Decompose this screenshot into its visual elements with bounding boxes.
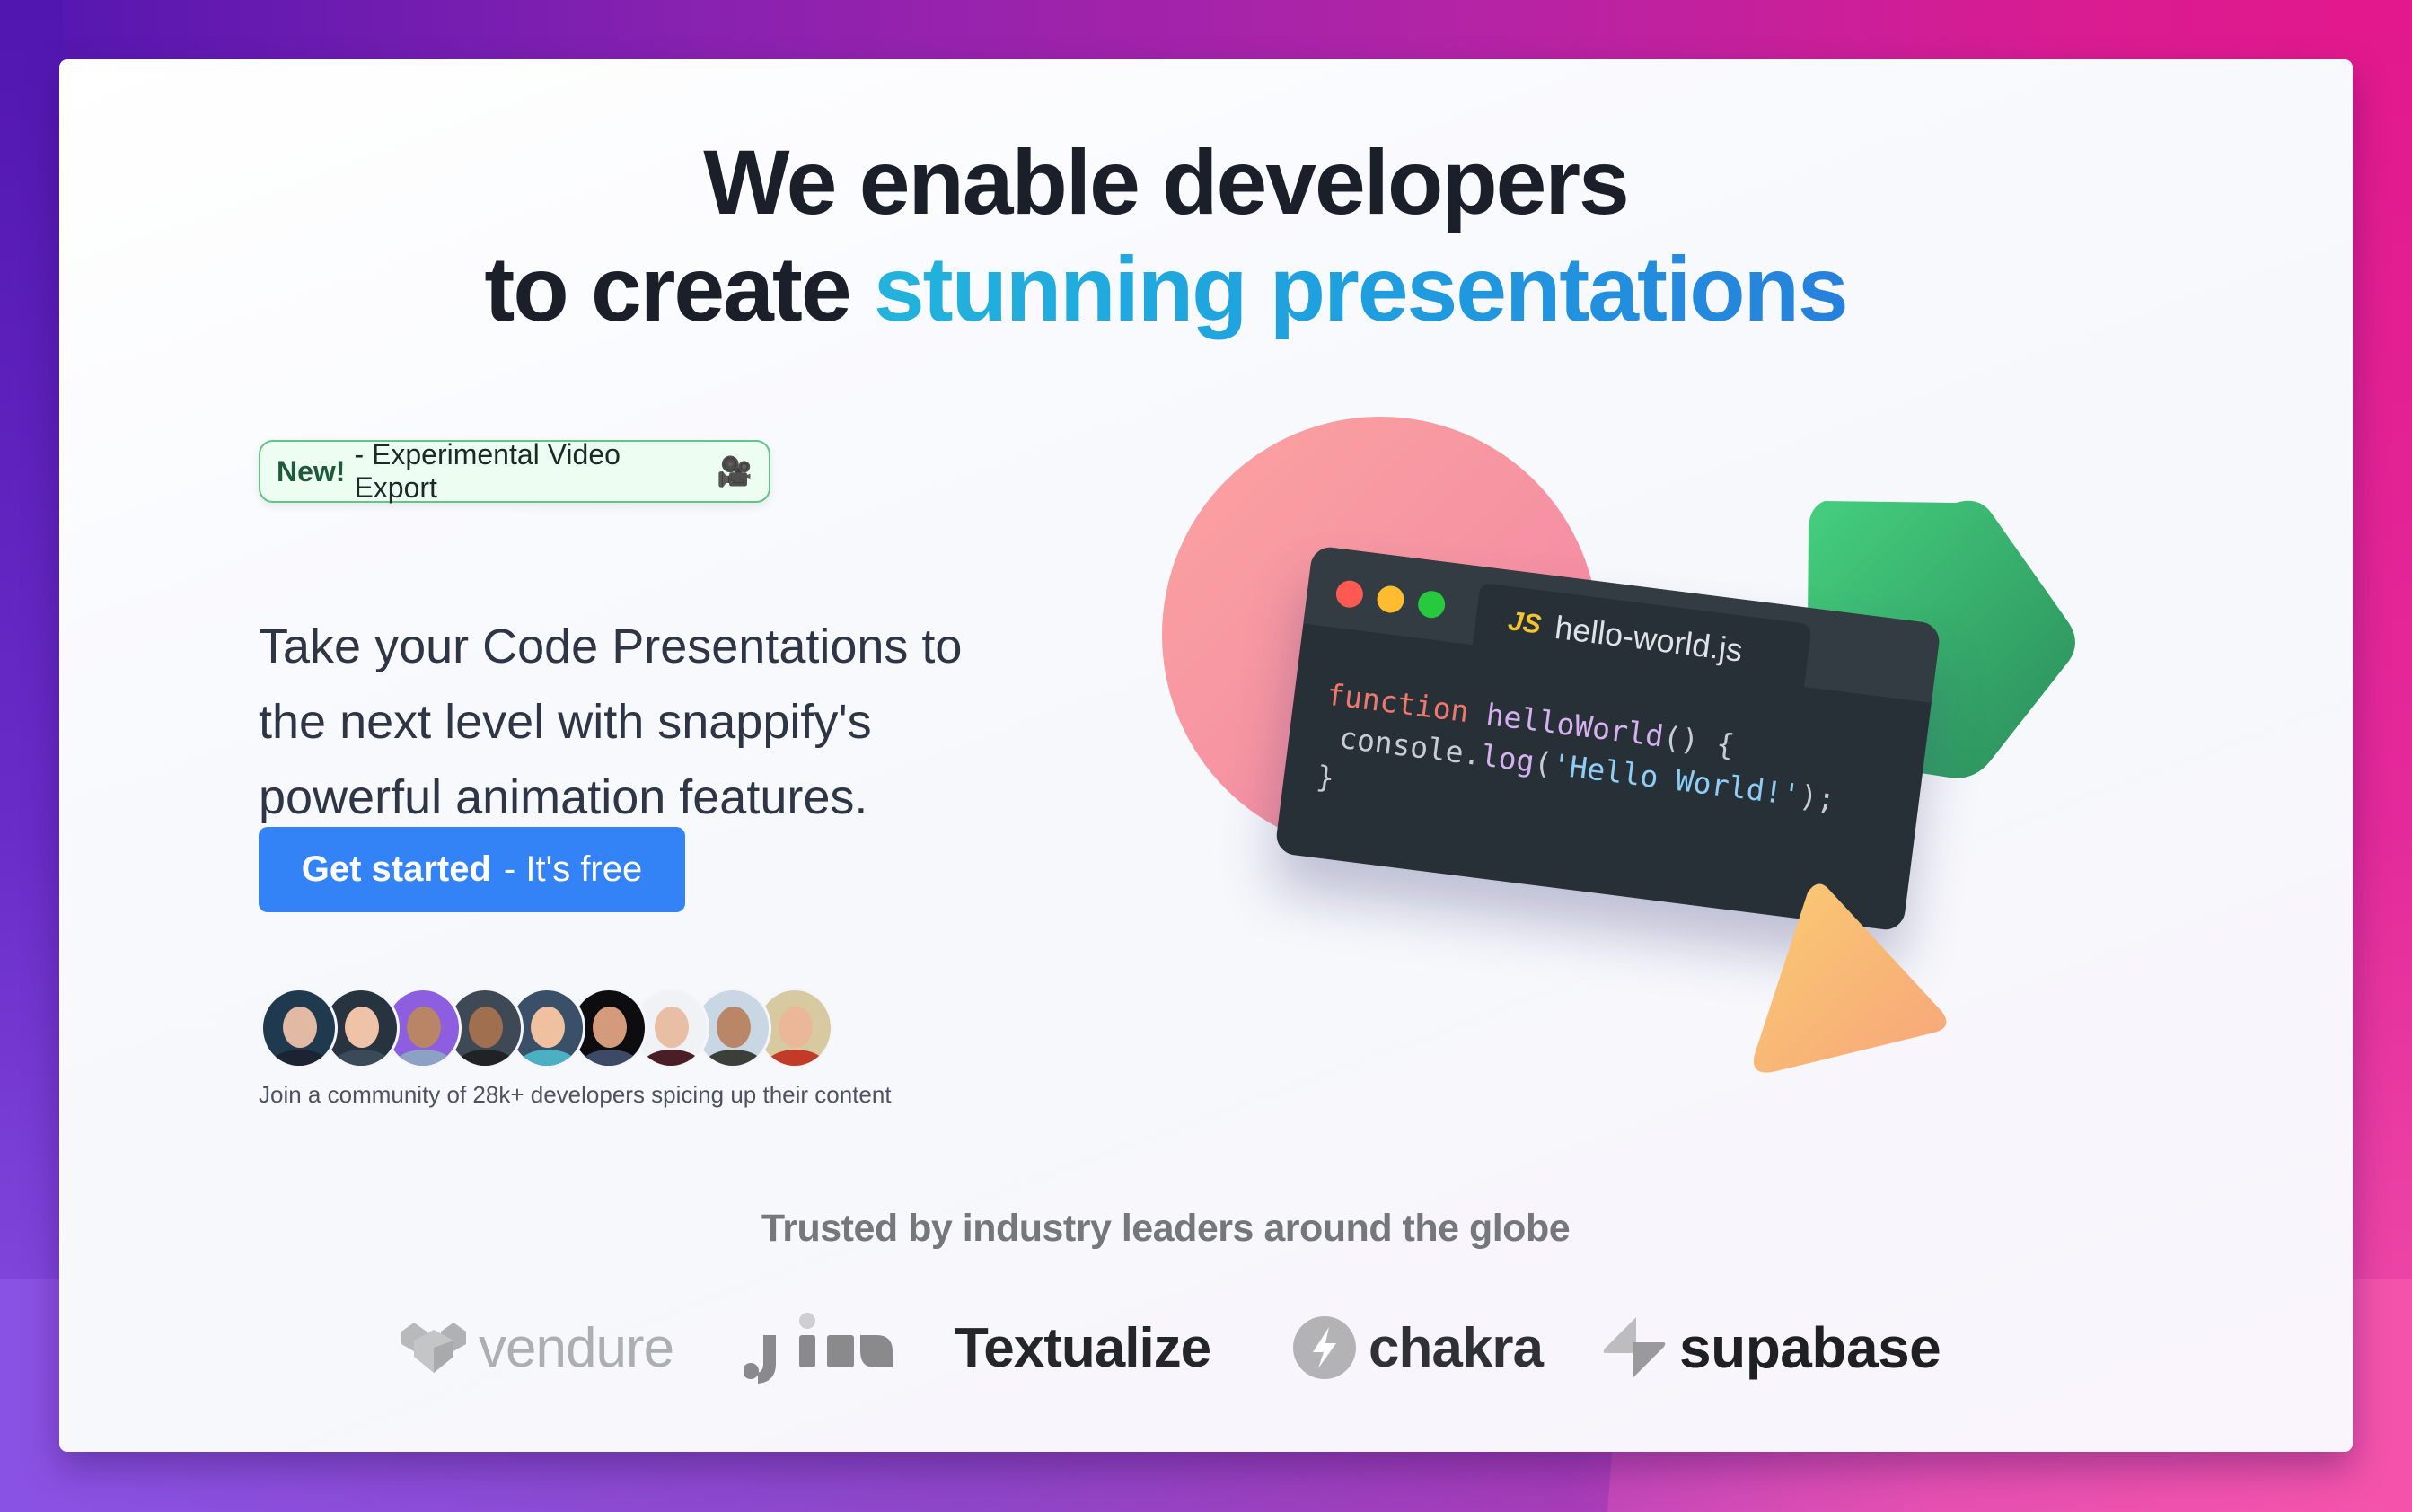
avatar-shoulders	[642, 1050, 701, 1066]
javascript-icon: JS	[1506, 606, 1544, 640]
headline-prefix: to create	[484, 238, 851, 340]
supabase-icon	[1603, 1317, 1666, 1378]
lead-paragraph: Take your Code Presentations to the next…	[259, 620, 963, 824]
textualize-wordmark: Textualize	[955, 1316, 1211, 1379]
logo-textualize: Textualize	[955, 1307, 1211, 1388]
headline-text: We enable developers	[703, 131, 1630, 233]
hero-card: We enable developers to create stunning …	[59, 59, 2353, 1452]
headline-accent: stunning presentations	[873, 238, 1849, 340]
file-name: hello-world.js	[1553, 608, 1745, 669]
new-feature-badge[interactable]: New! - Experimental Video Export 🎥	[259, 438, 770, 504]
vendure-wordmark: vendure	[479, 1316, 674, 1379]
code-token: }	[1314, 758, 1337, 796]
code-token: );	[1797, 778, 1838, 818]
avatar-face	[779, 1007, 813, 1048]
avatar-shoulders	[704, 1050, 763, 1066]
avatar-shoulders	[332, 1050, 392, 1066]
avatar-face	[407, 1007, 441, 1048]
avatar-face	[655, 1007, 689, 1048]
headline-line-2: to create stunning presentations	[59, 243, 2272, 335]
chakra-wordmark: chakra	[1369, 1316, 1544, 1379]
trusted-heading: Trusted by industry leaders around the g…	[761, 1207, 1571, 1250]
avatar-shoulders	[394, 1050, 453, 1066]
logo-jina	[744, 1307, 896, 1388]
headline-line-1: We enable developers	[59, 136, 2272, 228]
code-window-illustration: JS hello-world.js function helloWorld() …	[1274, 545, 1941, 932]
logo-chakra: chakra	[1293, 1307, 1544, 1388]
close-dot-icon	[1334, 578, 1365, 610]
movie-camera-icon: 🎥	[717, 455, 753, 488]
avatar-face	[469, 1007, 503, 1048]
avatar-shoulders	[456, 1050, 515, 1066]
community-caption: Join a community of 28k+ developers spic…	[259, 1081, 892, 1108]
avatar-shoulders	[270, 1050, 330, 1066]
logo-vendure: vendure	[401, 1307, 674, 1388]
code-block: function helloWorld() { console.log('Hel…	[1314, 674, 1843, 862]
customer-logos: vendure Textualize chakra supabase	[59, 1307, 2353, 1388]
logo-supabase: supabase	[1602, 1307, 1941, 1388]
minimize-dot-icon	[1375, 584, 1406, 615]
avatar	[260, 988, 338, 1068]
code-token: log	[1478, 737, 1536, 779]
cta-primary-label: Get started	[301, 849, 491, 889]
avatar-face	[283, 1007, 317, 1048]
avatar-face	[717, 1007, 751, 1048]
jina-icon	[744, 1313, 893, 1384]
file-tab: JS hello-world.js	[1471, 582, 1812, 694]
avatar-shoulders	[518, 1050, 577, 1066]
code-window: JS hello-world.js function helloWorld() …	[1274, 545, 1941, 932]
avatar-face	[531, 1007, 565, 1048]
avatar-face	[593, 1007, 627, 1048]
avatar-shoulders	[766, 1050, 825, 1066]
badge-new-label: New!	[277, 454, 346, 488]
community-avatars	[260, 988, 833, 1068]
supabase-wordmark: supabase	[1679, 1315, 1941, 1380]
cta-secondary-label: - It's free	[503, 849, 643, 889]
chakra-icon	[1293, 1316, 1356, 1379]
vendure-icon	[401, 1323, 466, 1373]
get-started-button[interactable]: Get started - It's free	[259, 827, 685, 912]
avatar-face	[345, 1007, 379, 1048]
maximize-dot-icon	[1416, 589, 1447, 620]
badge-text: - Experimental Video Export	[354, 438, 621, 504]
code-window-titlebar: JS hello-world.js	[1303, 545, 1941, 703]
avatar-shoulders	[580, 1050, 639, 1066]
code-token: () {	[1660, 718, 1737, 763]
